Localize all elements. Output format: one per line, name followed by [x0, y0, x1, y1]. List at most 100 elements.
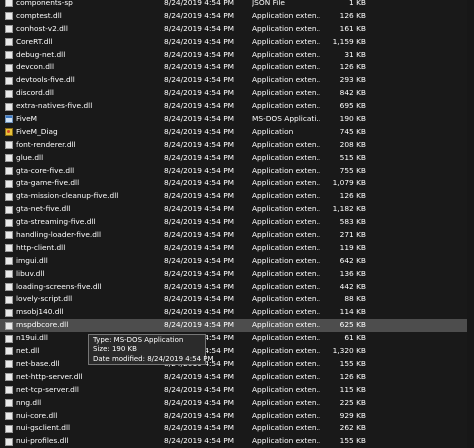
file-size: 136 KB [339, 268, 366, 278]
file-list[interactable]: components-sp 8/24/2019 4:54 PM JSON File 1… [0, 0, 474, 448]
file-date-modified: 8/24/2019 4:54 PM [164, 0, 235, 7]
file-name: debug-net.dll [16, 49, 66, 59]
file-date-modified: 8/24/2019 4:54 PM [164, 49, 235, 59]
file-row[interactable]: http-client.dll 8/24/2019 4:54 PM Applicat… [0, 242, 474, 255]
file-size: 929 KB [339, 410, 366, 420]
file-type: Application exten... [252, 307, 320, 317]
file-row[interactable]: glue.dll 8/24/2019 4:54 PM Application ext… [0, 152, 474, 165]
file-size: 126 KB [339, 371, 366, 381]
file-icon [5, 76, 13, 85]
file-row[interactable]: CoreRT.dll 8/24/2019 4:54 PM Application e… [0, 36, 474, 49]
file-type: Application exten... [252, 410, 320, 420]
file-icon [5, 166, 13, 175]
file-icon [5, 282, 13, 291]
tooltip-type: Type: MS-DOS Application [93, 336, 184, 344]
file-icon [5, 0, 13, 8]
file-icon [5, 231, 13, 240]
file-row[interactable]: nui-core.dll 8/24/2019 4:54 PM Application… [0, 410, 474, 423]
file-name: gta-core-five.dll [16, 165, 75, 175]
file-icon [5, 257, 13, 266]
file-size: 126 KB [339, 191, 366, 201]
file-name: gta-net-five.dll [16, 204, 71, 214]
file-row[interactable]: imgui.dll 8/24/2019 4:54 PM Application ex… [0, 255, 474, 268]
file-size: 208 KB [339, 139, 366, 149]
file-icon [5, 25, 13, 34]
file-row[interactable]: net.dll8/24/2019 4:54 PMApplication exte… [0, 345, 474, 358]
file-row[interactable]: n19ui.dll8/24/2019 4:54 PMApplication ex… [0, 332, 474, 345]
file-row[interactable]: gta-mission-cleanup-five.dll 8/24/2019 4:… [0, 190, 474, 203]
file-row[interactable]: gta-core-five.dll 8/24/2019 4:54 PM Applic… [0, 165, 474, 178]
file-size: 155 KB [339, 358, 366, 368]
file-icon [5, 399, 13, 407]
file-icon [5, 437, 13, 446]
file-row[interactable]: lovely-script.dll 8/24/2019 4:54 PM Applic… [0, 293, 474, 306]
file-date-modified: 8/24/2019 4:54 PM [164, 294, 235, 304]
file-size: 190 KB [339, 114, 366, 124]
file-date-modified: 8/24/2019 4:54 PM [164, 255, 235, 265]
file-size: 155 KB [339, 436, 366, 446]
file-row[interactable]: mspdbcore.dll 8/24/2019 4:54 PM Applicatio… [0, 319, 474, 333]
file-name: mspdbcore.dll [16, 320, 69, 330]
file-row[interactable]: net-http-server.dll 8/24/2019 4:54 PM Appl… [0, 371, 474, 384]
fivem-diag-icon [5, 128, 13, 137]
file-size: 515 KB [339, 152, 366, 162]
file-row[interactable]: nui-gsclient.dll 8/24/2019 4:54 PM Applica… [0, 422, 474, 435]
file-name: handling-loader-five.dll [16, 230, 102, 240]
file-row[interactable]: nui-profiles.dll 8/24/2019 4:54 PM Applica… [0, 435, 474, 448]
file-row[interactable]: net-tcp-server.dll 8/24/2019 4:54 PM Appli… [0, 384, 474, 397]
file-row[interactable]: extra-natives-five.dll 8/24/2019 4:54 PM A… [0, 100, 474, 113]
file-type: Application [252, 126, 294, 136]
file-row[interactable]: net-base.dll8/24/2019 4:54 PMApplication… [0, 358, 474, 371]
file-size: 161 KB [339, 23, 366, 33]
file-date-modified: 8/24/2019 4:54 PM [164, 10, 235, 20]
file-row[interactable]: comptest.dll 8/24/2019 4:54 PM Application… [0, 10, 474, 23]
file-date-modified: 8/24/2019 4:54 PM [164, 75, 235, 85]
file-type: Application exten... [252, 255, 320, 265]
file-size: 695 KB [339, 101, 366, 111]
file-row[interactable]: FiveM 8/24/2019 4:54 PM MS-DOS Applicati..… [0, 113, 474, 126]
file-date-modified: 8/24/2019 4:54 PM [164, 268, 235, 278]
file-row[interactable]: msobj140.dll 8/24/2019 4:54 PM Application… [0, 306, 474, 319]
file-name: imgui.dll [16, 255, 48, 265]
file-icon [5, 424, 13, 433]
file-row[interactable]: components-sp 8/24/2019 4:54 PM JSON File 1… [0, 0, 474, 10]
file-row[interactable]: loading-screens-five.dll 8/24/2019 4:54 P… [0, 281, 474, 294]
file-type: Application exten... [252, 358, 320, 368]
vertical-scrollbar[interactable] [467, 0, 474, 448]
file-type: Application exten... [252, 10, 320, 20]
file-row[interactable]: conhost-v2.dll 8/24/2019 4:54 PM Applicati… [0, 23, 474, 36]
file-size: 842 KB [339, 88, 366, 98]
file-row[interactable]: font-renderer.dll 8/24/2019 4:54 PM Applic… [0, 139, 474, 152]
file-row[interactable]: gta-game-five.dll 8/24/2019 4:54 PM Applic… [0, 177, 474, 190]
file-row[interactable]: libuv.dll 8/24/2019 4:54 PM Application ex… [0, 268, 474, 281]
file-date-modified: 8/24/2019 4:54 PM [164, 152, 235, 162]
file-date-modified: 8/24/2019 4:54 PM [164, 191, 235, 201]
file-row[interactable]: devcon.dll 8/24/2019 4:54 PM Application e… [0, 61, 474, 74]
file-name: nng.dll [16, 397, 42, 407]
file-size: 625 KB [339, 320, 366, 330]
file-type: Application exten... [252, 268, 320, 278]
file-type: Application exten... [252, 217, 320, 227]
file-row[interactable]: FiveM_Diag 8/24/2019 4:54 PM Application 74… [0, 126, 474, 139]
file-name: net-http-server.dll [16, 371, 83, 381]
file-type: Application exten... [252, 230, 320, 240]
file-row[interactable]: nng.dll 8/24/2019 4:54 PM Application exte… [0, 397, 474, 410]
file-row[interactable]: debug-net.dll 8/24/2019 4:54 PM Applicatio… [0, 49, 474, 62]
file-row[interactable]: devtools-five.dll 8/24/2019 4:54 PM Applic… [0, 74, 474, 87]
file-size: 1,320 KB [332, 346, 366, 356]
application-icon [5, 115, 13, 124]
file-type: Application exten... [252, 320, 320, 330]
file-name: comptest.dll [16, 10, 62, 20]
file-date-modified: 8/24/2019 4:54 PM [164, 242, 235, 252]
file-type: Application exten... [252, 204, 320, 214]
file-row[interactable]: gta-streaming-five.dll 8/24/2019 4:54 PM A… [0, 216, 474, 229]
file-size: 88 KB [344, 294, 366, 304]
file-date-modified: 8/24/2019 4:54 PM [164, 62, 235, 72]
file-row[interactable]: discord.dll 8/24/2019 4:54 PM Application … [0, 87, 474, 100]
file-icon [5, 295, 13, 304]
file-row[interactable]: gta-net-five.dll 8/24/2019 4:54 PM Applica… [0, 203, 474, 216]
file-icon [5, 373, 13, 382]
file-name: loading-screens-five.dll [16, 281, 102, 291]
file-type: Application exten... [252, 88, 320, 98]
file-row[interactable]: handling-loader-five.dll 8/24/2019 4:54 P… [0, 229, 474, 242]
